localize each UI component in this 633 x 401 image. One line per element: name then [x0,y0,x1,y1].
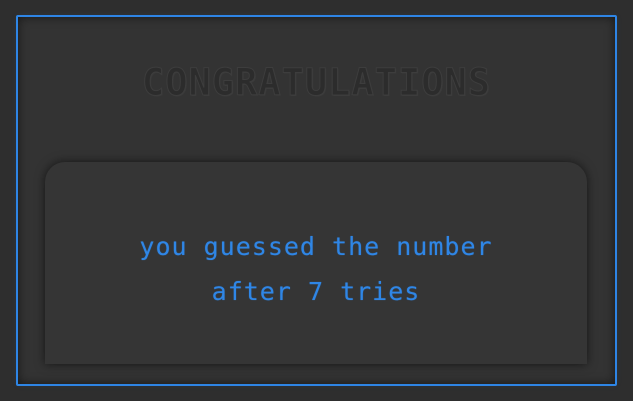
result-message-line-2: after 7 tries [211,277,421,306]
result-panel: you guessed the number after 7 tries [45,162,587,364]
congratulations-title: CONGRATULATIONS [141,61,492,105]
game-over-frame: CONGRATULATIONS you guessed the number a… [16,15,617,386]
result-message-line-1: you guessed the number [139,232,493,261]
result-message: you guessed the number after 7 tries [45,224,587,314]
